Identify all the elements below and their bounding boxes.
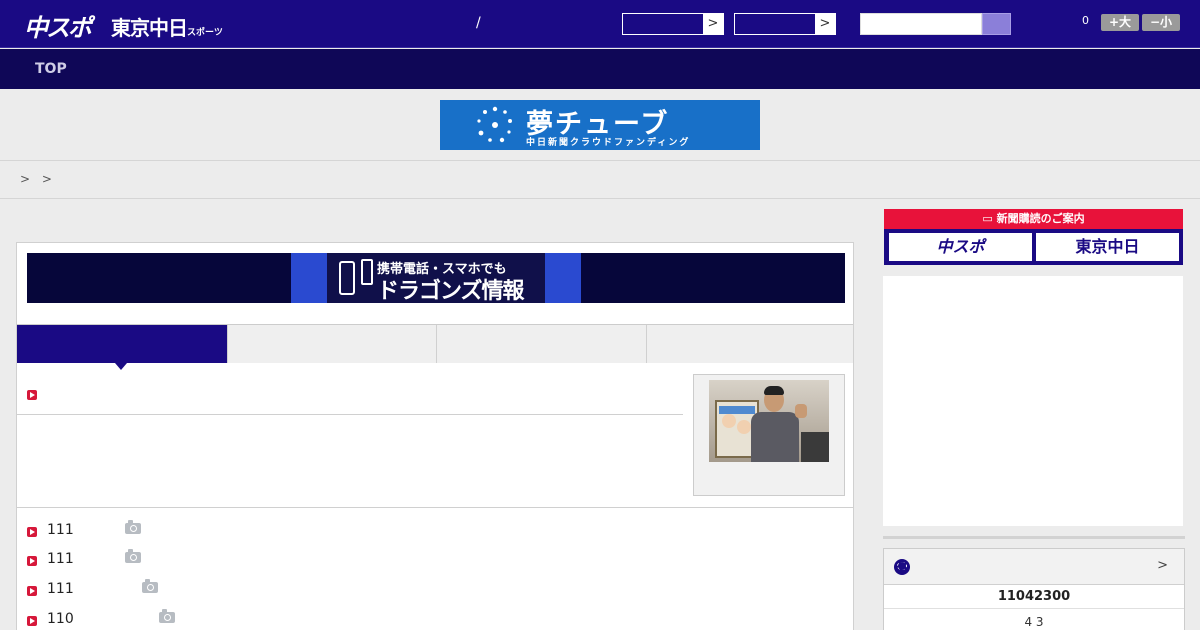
- header-select-2[interactable]: >: [734, 13, 836, 35]
- subscription-heading-text: 新聞購読のご案内: [996, 212, 1085, 225]
- chevron-right-icon[interactable]: >: [815, 14, 835, 34]
- tokyo-logo-text: 東京中日: [111, 16, 188, 40]
- breadcrumb-separator: >: [41, 172, 52, 186]
- subscription-panel: ▭ 新聞購読のご案内 中スポ 東京中日: [884, 209, 1183, 265]
- tab-2[interactable]: [227, 325, 437, 363]
- news-number: 111: [47, 522, 74, 538]
- photo-person-fist: [795, 404, 807, 418]
- list-item[interactable]: 110: [17, 608, 853, 630]
- smartphone-icon: [339, 261, 355, 295]
- photo-couch: [801, 432, 829, 462]
- mobile-dragons-banner[interactable]: 携帯電話・スマホでも ドラゴンズ情報: [27, 253, 845, 303]
- font-size-down-button[interactable]: −小: [1142, 14, 1180, 31]
- score-date: 11042300: [884, 585, 1184, 609]
- news-number: 111: [47, 551, 74, 567]
- divider: [0, 198, 1200, 199]
- search-input[interactable]: [860, 13, 982, 35]
- ad-slot[interactable]: [883, 276, 1183, 526]
- nav-item-top[interactable]: TOP: [35, 61, 67, 77]
- headline-photo[interactable]: [709, 380, 829, 462]
- top-header: 中スポ 東京中日スポーツ / > > 0 +大 −小: [0, 0, 1200, 48]
- photo-person-hair: [764, 386, 784, 395]
- signboard-face: [737, 420, 751, 434]
- chevron-right-icon[interactable]: >: [703, 14, 723, 34]
- main-nav: TOP: [0, 49, 1200, 89]
- camera-icon: [142, 579, 158, 593]
- play-arrow-icon: [27, 586, 37, 596]
- subscribe-tokyo-button[interactable]: 東京中日: [1036, 233, 1179, 261]
- camera-icon: [159, 609, 175, 623]
- camera-icon: [125, 549, 141, 563]
- news-number: 110: [47, 611, 74, 627]
- headline-photo-card[interactable]: [693, 374, 845, 496]
- search-button[interactable]: [982, 13, 1011, 35]
- score-result: 4 3: [1024, 615, 1044, 629]
- list-item[interactable]: 111: [17, 548, 853, 572]
- tokyo-logo-sports: スポーツ: [187, 28, 223, 38]
- yume-tube-subtitle: 中日新聞クラウドファンディング: [526, 138, 691, 148]
- camera-icon: [125, 520, 141, 534]
- main-content-panel: 携帯電話・スマホでも ドラゴンズ情報 111 111 111 110: [16, 242, 854, 630]
- score-more-link[interactable]: >: [1157, 558, 1168, 573]
- score-panel: > 11042300 4 3: [883, 548, 1185, 630]
- tab-4[interactable]: [646, 325, 853, 363]
- active-tab-pointer: [115, 363, 127, 370]
- header-slash: /: [476, 15, 481, 31]
- newspaper-icon: ▭: [982, 212, 997, 225]
- play-arrow-icon: [27, 390, 37, 400]
- subscribe-chuspo-button[interactable]: 中スポ: [889, 233, 1032, 261]
- divider: [17, 507, 853, 508]
- baseball-icon: [894, 559, 910, 575]
- tab-1[interactable]: [17, 325, 227, 363]
- breadcrumb: > >: [20, 172, 60, 186]
- dots-circle-icon: [477, 106, 512, 143]
- tokyo-chunichi-logo[interactable]: 東京中日スポーツ: [111, 12, 223, 41]
- news-number: 111: [47, 581, 74, 597]
- breadcrumb-separator: >: [20, 172, 31, 186]
- yume-tube-banner[interactable]: 夢チューブ 中日新聞クラウドファンディング: [440, 100, 760, 150]
- mobile-phone-icon: [361, 259, 373, 285]
- signboard-band: [719, 406, 755, 414]
- signboard-face: [722, 414, 736, 428]
- play-arrow-icon: [27, 616, 37, 626]
- chuspo-logo[interactable]: 中スポ: [24, 8, 92, 43]
- headline-item[interactable]: [17, 374, 683, 415]
- play-arrow-icon: [27, 556, 37, 566]
- font-size-up-button[interactable]: +大: [1101, 14, 1139, 31]
- news-tabs: [17, 324, 853, 370]
- banner-stripe: [545, 253, 581, 303]
- divider: [0, 160, 1200, 161]
- divider: [883, 536, 1185, 539]
- play-arrow-icon: [27, 527, 37, 537]
- score-header[interactable]: >: [884, 549, 1184, 585]
- font-size-count: 0: [1082, 14, 1089, 27]
- list-item[interactable]: 111: [17, 519, 853, 543]
- list-item[interactable]: 111: [17, 578, 853, 602]
- photo-person-body: [751, 412, 799, 462]
- tab-3[interactable]: [436, 325, 646, 363]
- header-select-1[interactable]: >: [622, 13, 724, 35]
- banner-stripe: [291, 253, 327, 303]
- mobile-banner-line2: ドラゴンズ情報: [377, 279, 525, 303]
- subscription-heading[interactable]: ▭ 新聞購読のご案内: [884, 209, 1183, 229]
